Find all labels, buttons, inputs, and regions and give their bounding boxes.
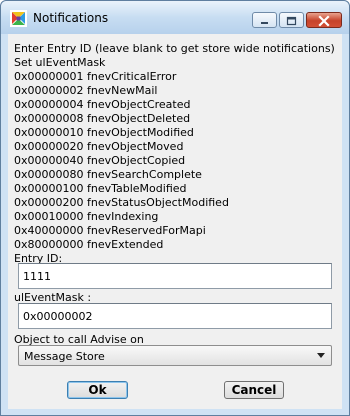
event-mask-item: 0x00000002 fnevNewMail	[14, 84, 158, 97]
maximize-icon	[286, 16, 297, 26]
entry-id-value: 1111	[23, 270, 51, 283]
app-icon	[10, 10, 27, 27]
event-mask-item: 0x40000000 fnevReservedForMapi	[14, 224, 206, 237]
minimize-icon	[261, 22, 268, 24]
cancel-button[interactable]: Cancel	[224, 381, 284, 399]
advise-object-select[interactable]: Message Store	[18, 345, 332, 366]
event-mask-item: 0x00000020 fnevObjectMoved	[14, 140, 184, 153]
entry-id-instructions: Enter Entry ID (leave blank to get store…	[14, 42, 335, 55]
maximize-button[interactable]	[279, 12, 304, 28]
event-mask-item: 0x00010000 fnevIndexing	[14, 210, 159, 223]
event-mask-item: 0x00000001 fnevCriticalError	[14, 70, 177, 83]
entry-id-field[interactable]: 1111	[18, 263, 332, 289]
close-button[interactable]	[306, 12, 342, 28]
title-bar[interactable]: Notifications	[1, 1, 349, 34]
close-icon	[318, 15, 330, 27]
event-mask-item: 0x00000008 fnevObjectDeleted	[14, 112, 191, 125]
event-mask-item: 0x00000040 fnevObjectCopied	[14, 154, 186, 167]
notifications-dialog: Notifications Enter Entry ID (leave blan…	[0, 0, 350, 416]
event-mask-value: 0x00000002	[23, 310, 93, 323]
event-mask-item: 0x80000000 fnevExtended	[14, 238, 164, 251]
chevron-down-icon	[317, 353, 325, 358]
event-mask-item: 0x00000004 fnevObjectCreated	[14, 98, 191, 111]
ok-button[interactable]: Ok	[67, 381, 128, 399]
event-mask-item: 0x00000100 fnevTableModified	[14, 182, 187, 195]
event-mask-heading: Set ulEventMask	[14, 56, 106, 69]
event-mask-item: 0x00000080 fnevSearchComplete	[14, 168, 202, 181]
event-mask-item: 0x00000200 fnevStatusObjectModified	[14, 196, 229, 209]
event-mask-item: 0x00000010 fnevObjectModified	[14, 126, 194, 139]
window-title: Notifications	[33, 11, 109, 25]
minimize-button[interactable]	[252, 12, 277, 28]
event-mask-field[interactable]: 0x00000002	[18, 303, 332, 329]
advise-object-value: Message Store	[24, 350, 105, 363]
